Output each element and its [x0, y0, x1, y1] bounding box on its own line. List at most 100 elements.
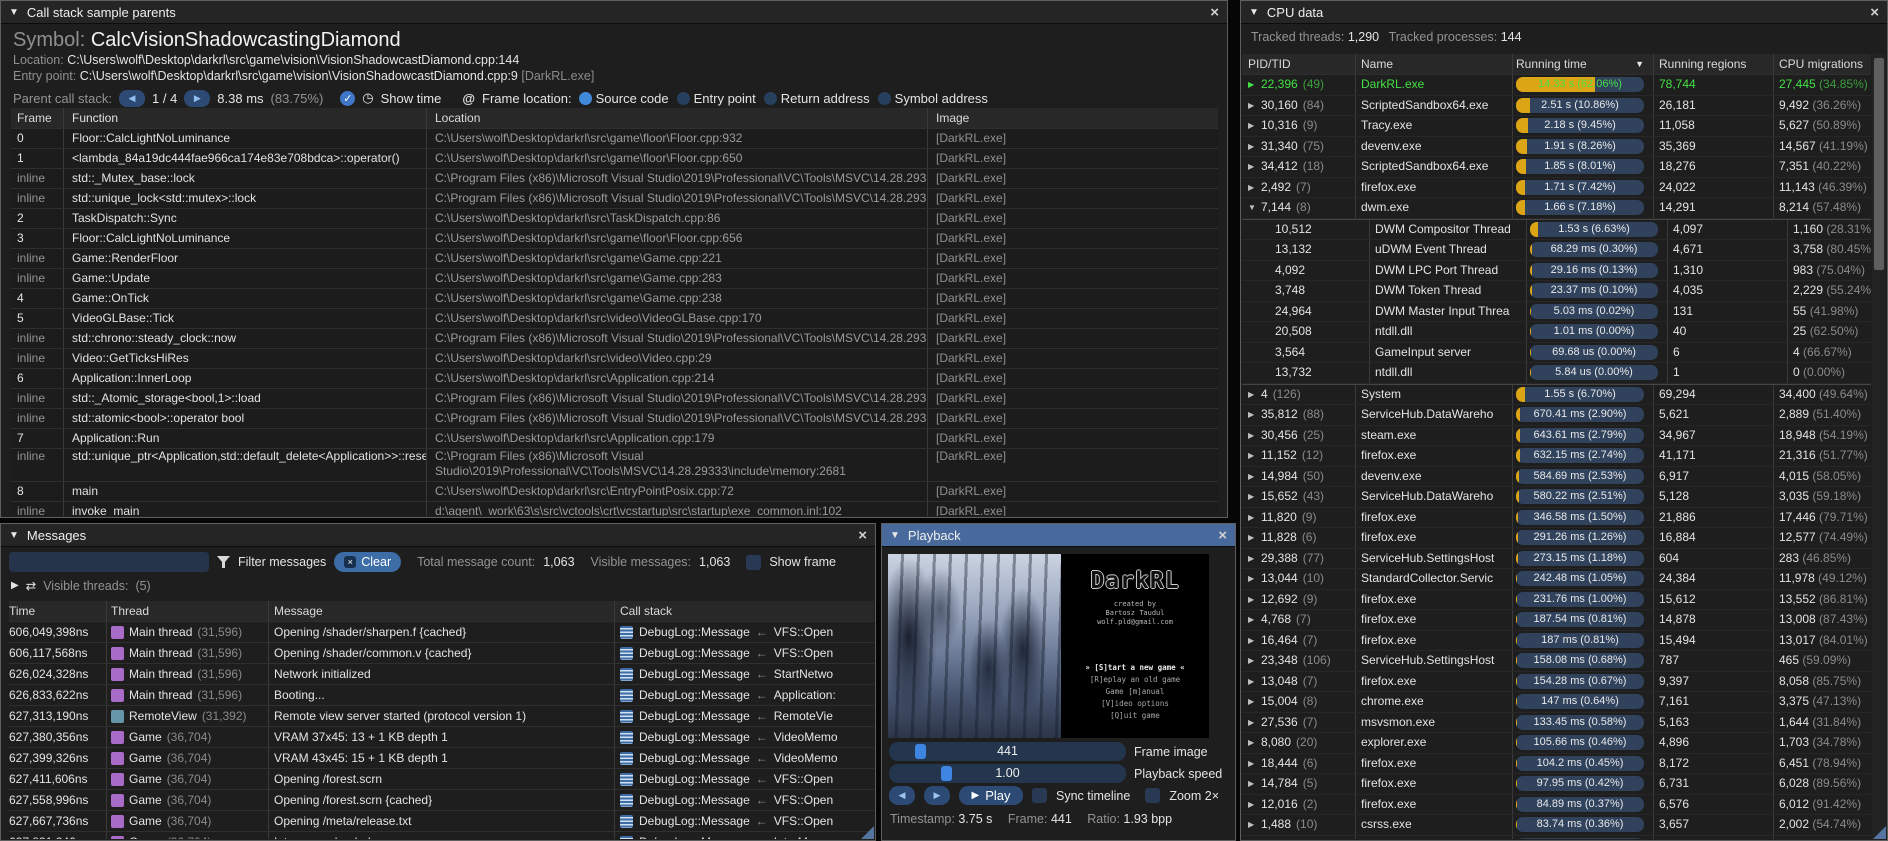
cpu-process-row[interactable]: ▶2,492(7)firefox.exe1.71 s (7.42%)24,022… [1242, 178, 1871, 199]
step-forward-button[interactable]: ▶ [924, 786, 950, 805]
expand-icon[interactable]: ▶ [1248, 733, 1256, 753]
callstack-cell[interactable]: DebugLog::Message←VFS::Open [615, 643, 874, 663]
expand-icon[interactable]: ▶ [1248, 569, 1256, 589]
expand-icon[interactable]: ▶ [1248, 713, 1256, 733]
message-row[interactable]: 627,399,326nsGame(36,704)VRAM 43x45: 15 … [9, 748, 874, 769]
close-icon[interactable]: × [1210, 5, 1219, 20]
expand-icon[interactable]: ▶ [1248, 672, 1256, 692]
callstack-table-row[interactable]: 5VideoGLBase::TickC:\Users\wolf\Desktop\… [11, 309, 1218, 329]
callstack-table-row[interactable]: inlinestd::chrono::steady_clock::nowC:\P… [11, 329, 1218, 349]
cpu-process-row[interactable]: ▶1,488(10)csrss.exe83.74 ms (0.36%)3,657… [1242, 815, 1871, 836]
expand-icon[interactable]: ▶ [11, 580, 19, 591]
message-row[interactable]: 627,380,356nsGame(36,704)VRAM 37x45: 13 … [9, 727, 874, 748]
cpu-process-row[interactable]: ▶12,692(9)firefox.exe231.76 ms (1.00%)15… [1242, 590, 1871, 611]
filter-input[interactable] [9, 552, 209, 572]
expand-icon[interactable]: ▶ [1248, 815, 1256, 835]
callstack-cell[interactable]: DebugLog::Message←IntroMenu:: [615, 832, 874, 839]
scrollbar-thumb[interactable] [1874, 58, 1884, 270]
speed-slider[interactable]: 1.00 [889, 764, 1126, 783]
callstack-cell[interactable]: DebugLog::Message←VFS::Open [615, 790, 874, 810]
expand-icon[interactable]: ▶ [1248, 528, 1256, 548]
message-row[interactable]: 626,833,622nsMain thread(31,596)Booting.… [9, 685, 874, 706]
message-row[interactable]: 606,117,568nsMain thread(31,596)Opening … [9, 643, 874, 664]
callstack-cell[interactable]: DebugLog::Message←VFS::Open [615, 811, 874, 831]
cpu-process-row[interactable]: ▶4(126)System1.55 s (6.70%)69,29434,400 … [1242, 384, 1871, 406]
expand-icon[interactable]: ▶ [1248, 96, 1256, 116]
column-header-cpu-migrations[interactable]: CPU migrations [1774, 54, 1871, 74]
callstack-table-row[interactable]: 1<lambda_84a19dc444fae966ca174e83e708bdc… [11, 149, 1218, 169]
collapse-icon[interactable]: ▼ [9, 530, 19, 541]
expand-icon[interactable]: ▶ [1248, 610, 1256, 630]
column-header-pid[interactable]: PID/TID [1242, 54, 1356, 74]
callstack-cell[interactable]: DebugLog::Message←Application: [615, 685, 874, 705]
callstack-table-row[interactable]: inlinestd::atomic<bool>::operator boolC:… [11, 409, 1218, 429]
column-header-function[interactable]: Function [64, 108, 427, 128]
close-icon[interactable]: × [1218, 528, 1227, 543]
expand-icon[interactable]: ▶ [1248, 137, 1256, 157]
column-header-running-time[interactable]: Running time ▼ [1513, 54, 1654, 74]
show-frame-checkbox[interactable] [746, 555, 761, 570]
callstack-table-row[interactable]: inlineVideo::GetTicksHiResC:\Users\wolf\… [11, 349, 1218, 369]
callstack-table-row[interactable]: 6Application::InnerLoopC:\Users\wolf\Des… [11, 369, 1218, 389]
cpu-process-row[interactable]: 3,564GameInput server69.68 us (0.00%)64 … [1242, 343, 1871, 364]
cpu-process-row[interactable]: ▼7,144(8)dwm.exe1.66 s (7.18%)14,2918,21… [1242, 198, 1871, 219]
cpu-process-row[interactable]: 3,748DWM Token Thread23.37 ms (0.10%)4,0… [1242, 281, 1871, 302]
cpu-process-row[interactable]: ▶30,160(84)ScriptedSandbox64.exe2.51 s (… [1242, 96, 1871, 117]
collapse-icon[interactable]: ▼ [1248, 198, 1256, 218]
cpu-process-row[interactable]: 4,092DWM LPC Port Thread29.16 ms (0.13%)… [1242, 261, 1871, 282]
column-header-frame[interactable]: Frame [11, 108, 64, 128]
cpu-process-row[interactable]: ▶35,812(88)ServiceHub.DataWareho670.41 m… [1242, 405, 1871, 426]
expand-icon[interactable]: ▶ [1248, 754, 1256, 774]
expand-icon[interactable]: ▶ [1248, 549, 1256, 569]
cpu-process-row[interactable]: 10,512DWM Compositor Thread1.53 s (6.63%… [1242, 219, 1871, 241]
collapse-icon[interactable]: ▼ [890, 530, 900, 541]
callstack-table-row[interactable]: inlinestd::_Mutex_base::lockC:\Program F… [11, 169, 1218, 189]
expand-icon[interactable]: ▶ [1248, 836, 1256, 840]
show-time-checkbox[interactable]: ✓ [340, 91, 355, 106]
cpu-process-row[interactable]: ▶30,456(25)steam.exe643.61 ms (2.79%)34,… [1242, 426, 1871, 447]
expand-icon[interactable]: ▶ [1248, 467, 1256, 487]
expand-icon[interactable]: ▶ [1248, 116, 1256, 136]
prev-button[interactable]: ◀ [119, 90, 145, 107]
expand-icon[interactable]: ▶ [1248, 508, 1256, 528]
callstack-table-row[interactable]: inlinestd::unique_lock<std::mutex>::lock… [11, 189, 1218, 209]
callstack-cell[interactable]: DebugLog::Message←VideoMemo [615, 748, 874, 768]
cpu-process-row[interactable]: 13,732ntdll.dll5.84 us (0.00%)10 (0.00%) [1242, 363, 1871, 384]
cpu-process-row[interactable]: 13,132uDWM Event Thread68.29 ms (0.30%)4… [1242, 240, 1871, 261]
cpu-process-row[interactable]: ▶15,652(43)ServiceHub.DataWareho580.22 m… [1242, 487, 1871, 508]
clear-button[interactable]: × Clear [334, 552, 401, 572]
cpu-process-row[interactable]: ▶23,348(106)ServiceHub.SettingsHost158.0… [1242, 651, 1871, 672]
expand-icon[interactable]: ▶ [1248, 75, 1256, 95]
expand-icon[interactable]: ▶ [1248, 446, 1256, 466]
message-row[interactable]: 606,049,398nsMain thread(31,596)Opening … [9, 622, 874, 643]
expand-icon[interactable]: ▶ [1248, 426, 1256, 446]
cpu-process-row[interactable]: ▶14,984(50)devenv.exe584.69 ms (2.53%)6,… [1242, 467, 1871, 488]
callstack-table-row[interactable]: inlinestd::_Atomic_storage<bool,1>::load… [11, 389, 1218, 409]
cpu-process-row[interactable]: ▶10,316(9)Tracy.exe2.18 s (9.45%)11,0585… [1242, 116, 1871, 137]
callstack-cell[interactable]: DebugLog::Message←RemoteVie [615, 706, 874, 726]
cpu-process-row[interactable]: ▶13,048(7)firefox.exe154.28 ms (0.67%)9,… [1242, 672, 1871, 693]
callstack-table-row[interactable]: 2TaskDispatch::SyncC:\Users\wolf\Desktop… [11, 209, 1218, 229]
message-row[interactable]: 627,411,606nsGame(36,704)Opening /forest… [9, 769, 874, 790]
radio-entry-point[interactable] [677, 92, 690, 105]
play-button[interactable]: ▶ Play [959, 786, 1023, 805]
resize-grip[interactable] [861, 826, 874, 839]
cpu-process-row[interactable]: ▶4,872(9)MsMpEng.exe70.22 ms (0.30%)5732… [1242, 836, 1871, 840]
message-row[interactable]: 627,667,736nsGame(36,704)Opening /meta/r… [9, 811, 874, 832]
cpu-process-row[interactable]: ▶15,004(8)chrome.exe147 ms (0.64%)7,1613… [1242, 692, 1871, 713]
collapse-icon[interactable]: ▼ [1249, 7, 1259, 18]
cpu-process-row[interactable]: ▶8,080(20)explorer.exe105.66 ms (0.46%)4… [1242, 733, 1871, 754]
expand-icon[interactable]: ▶ [1248, 385, 1256, 405]
message-row[interactable]: 627,558,996nsGame(36,704)Opening /forest… [9, 790, 874, 811]
cpu-process-row[interactable]: ▶22,396(49)DarkRL.exe14.33 s (62.06%)78,… [1242, 75, 1871, 96]
expand-icon[interactable]: ▶ [1248, 590, 1256, 610]
cpu-process-row[interactable]: ▶11,828(6)firefox.exe291.26 ms (1.26%)16… [1242, 528, 1871, 549]
radio-return-address[interactable] [764, 92, 777, 105]
callstack-table-row[interactable]: inlinestd::unique_ptr<Application,std::d… [11, 449, 1218, 482]
cpu-process-row[interactable]: 20,508ntdll.dll1.01 ms (0.00%)4025 (62.5… [1242, 322, 1871, 343]
expand-icon[interactable]: ▶ [1248, 157, 1256, 177]
callstack-table-row[interactable]: inlineinvoke_maind:\agent\_work\63\s\src… [11, 502, 1218, 516]
cpu-process-row[interactable]: ▶4,768(7)firefox.exe187.54 ms (0.81%)14,… [1242, 610, 1871, 631]
step-back-button[interactable]: ◀ [889, 786, 915, 805]
sync-timeline-checkbox[interactable] [1032, 788, 1047, 803]
